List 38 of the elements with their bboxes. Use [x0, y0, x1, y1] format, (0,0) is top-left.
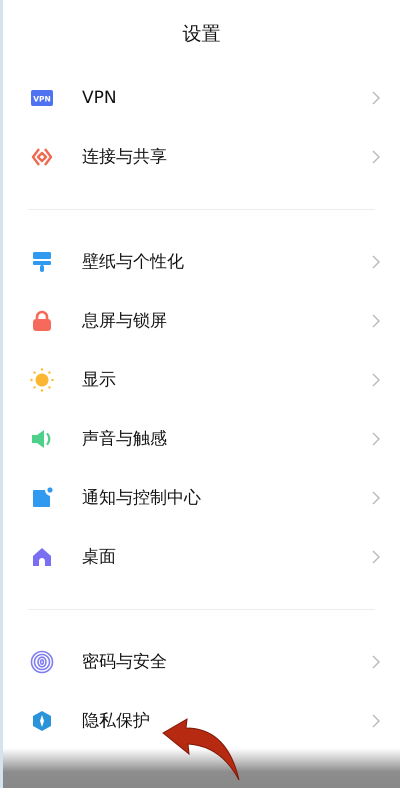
chevron-icon [372, 714, 380, 728]
chevron-icon [372, 550, 380, 564]
chevron-icon [372, 150, 380, 164]
chevron-icon [372, 90, 380, 104]
shield-icon [31, 710, 53, 732]
item-label: 息屏与锁屏 [82, 310, 168, 332]
chevron-icon [372, 490, 380, 504]
settings-item[interactable]: 声音与触感 [3, 409, 400, 468]
notification-icon [31, 486, 53, 508]
fingerprint-icon [30, 650, 54, 674]
chevron-icon [372, 372, 380, 386]
sun-icon [30, 368, 54, 392]
settings-item[interactable]: 显示 [3, 350, 400, 409]
settings-item[interactable]: 隐私保护 [3, 691, 400, 750]
item-label: 通知与控制中心 [82, 487, 202, 509]
settings-item[interactable]: 连接与共享 [3, 127, 400, 186]
settings-item[interactable]: 壁纸与个性化 [3, 232, 400, 291]
home-icon [32, 546, 52, 566]
settings-item[interactable]: 密码与安全 [3, 632, 400, 691]
share-icon [30, 146, 54, 168]
item-label: 连接与共享 [82, 146, 168, 168]
lock-icon [32, 310, 52, 332]
item-label: 隐私保护 [82, 710, 151, 732]
chevron-icon [372, 254, 380, 268]
chevron-icon [372, 314, 380, 328]
item-label: 桌面 [82, 546, 117, 568]
settings-item[interactable]: 通知与控制中心 [3, 468, 400, 527]
item-label: 密码与安全 [82, 651, 168, 673]
settings-item[interactable]: 桌面 [3, 527, 400, 586]
chevron-icon [372, 432, 380, 446]
item-label: 壁纸与个性化 [82, 251, 185, 273]
chevron-icon [372, 654, 380, 668]
item-label: 声音与触感 [82, 428, 168, 450]
brush-icon [32, 250, 52, 272]
item-label: 显示 [82, 369, 117, 391]
page-title: 设置 [182, 22, 222, 47]
item-label: VPN [82, 88, 118, 108]
settings-item[interactable]: 息屏与锁屏 [3, 291, 400, 350]
